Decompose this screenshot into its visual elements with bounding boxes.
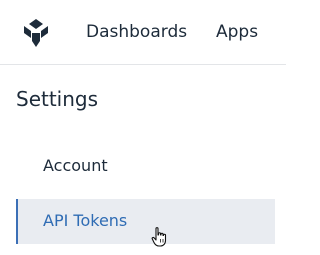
nav-item-apps[interactable]: Apps — [216, 20, 258, 44]
settings-item-label: Account — [43, 156, 108, 175]
settings-item-api-tokens[interactable]: API Tokens — [16, 199, 275, 244]
page-title: Settings — [16, 87, 99, 111]
app-logo-icon[interactable] — [22, 18, 50, 48]
top-navigation-bar: Dashboards Apps — [0, 0, 286, 64]
hand-pointer-cursor-icon — [151, 227, 167, 247]
settings-item-label: API Tokens — [43, 211, 128, 230]
settings-item-account[interactable]: Account — [16, 144, 275, 189]
header-divider — [0, 64, 286, 65]
nav-item-dashboards[interactable]: Dashboards — [86, 20, 187, 44]
